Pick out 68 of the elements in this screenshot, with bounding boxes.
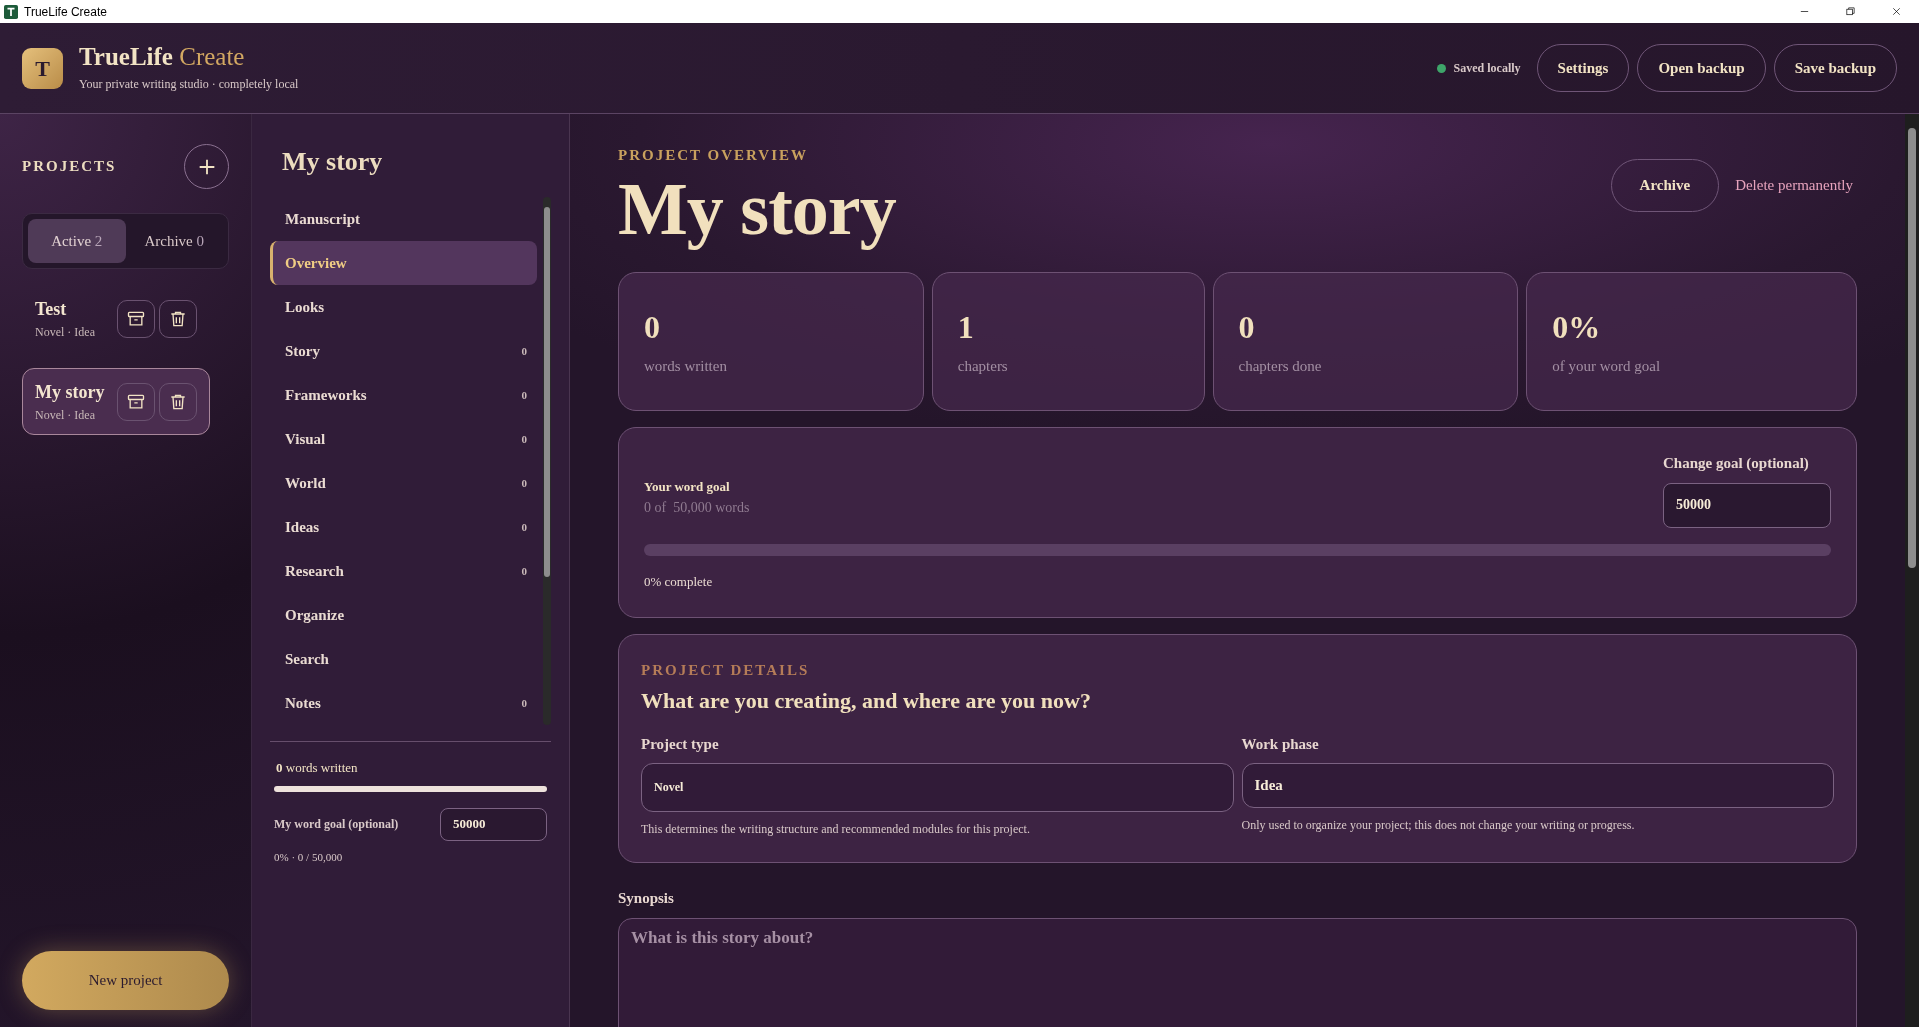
filter-tab[interactable]: Archive 0 [125,219,223,263]
stat-value: 0 [1238,308,1256,348]
nav-item[interactable]: Story 0 [270,329,537,373]
field-label: Work phase [1241,734,1320,754]
scrollbar[interactable] [1905,114,1919,1027]
tagline: Your private writing studio · completely local [79,75,299,93]
project-meta: Novel · Idea [35,324,95,341]
section-heading: What are you creating, and where are you now? [641,686,1092,715]
nav-item[interactable]: Looks [270,285,537,329]
goal-input[interactable]: 50000 [440,807,547,841]
synopsis-field[interactable]: What is this story about? [618,917,1857,1027]
status-dot [1436,63,1446,73]
goal-input[interactable]: 50000 [1663,482,1831,528]
field-label: Synopsis [618,889,675,909]
nav-item[interactable]: Organize [270,593,537,637]
stat-label: of your word goal [1552,357,1662,377]
type-input[interactable]: Novel [641,763,1234,813]
app-brand: TrueLife Create [79,43,246,71]
stat-value: 0 [644,308,661,348]
stat-label: chapters done [1238,357,1323,377]
delete-link[interactable]: Delete permanently [1735,174,1853,197]
nav-item[interactable]: Search [270,637,537,681]
restore-icon [1844,6,1856,17]
save-status: Saved locally [1453,60,1521,77]
delete-button[interactable] [159,299,197,338]
archive-button[interactable] [117,382,155,421]
word-count: 0 words written [275,759,359,777]
goal-label: Change goal (optional) [1663,454,1810,474]
stat-label: chapters [957,357,1009,377]
stat-value: 1 [957,308,975,348]
goal-title: Your word goal [644,478,731,497]
goal-summary: 0% · 0 / 50,000 [273,849,344,865]
project-name: My story [281,146,384,178]
nav-item[interactable]: Notes 0 [270,681,537,725]
project-meta: Novel · Idea [35,407,96,424]
nav-item[interactable]: Research 0 [270,549,537,593]
nav-item[interactable]: Manuscript [270,197,537,241]
project-title: Test [35,298,68,321]
nav-item[interactable]: Overview [270,241,537,285]
project-title: My story [35,381,105,404]
section-heading: PROJECTS [22,157,117,177]
close-icon [1890,6,1902,17]
goal-label: My word goal (optional) [274,816,399,833]
new-project-button[interactable]: New project [22,951,229,1010]
stat-value: 0% [1552,308,1602,348]
section-eyebrow: PROJECT DETAILS [641,661,811,681]
goal-subtitle: 0 of 50,000 words [644,498,750,517]
nav-item[interactable]: Frameworks 0 [270,373,537,417]
nav-item[interactable]: Visual 0 [270,417,537,461]
field-label: Project type [641,734,720,754]
help-text: This determines the writing structure and recommended modules for this project. [641,821,1031,839]
delete-button[interactable] [159,382,197,421]
app-icon [4,4,18,19]
filter-tab[interactable]: Active 2 [28,219,126,263]
page-title: My story [618,170,896,249]
help-text: Only used to organize your project; this does not change your writing or progress. [1241,817,1636,835]
archive-button[interactable] [117,299,155,338]
phase-select[interactable]: Idea [1241,763,1834,809]
stat-label: words written [644,357,728,377]
project-card[interactable]: Test Novel · Idea [22,285,210,352]
logo: T [22,47,63,89]
progress-caption: 0% complete [644,572,714,591]
scrollbar[interactable] [543,197,551,725]
section-eyebrow: PROJECT OVERVIEW [618,146,809,165]
nav-item[interactable]: World 0 [270,461,537,505]
window-title: TrueLife Create [24,3,107,21]
project-card[interactable]: My story Novel · Idea [22,368,210,435]
nav-item[interactable]: Ideas 0 [270,505,537,549]
